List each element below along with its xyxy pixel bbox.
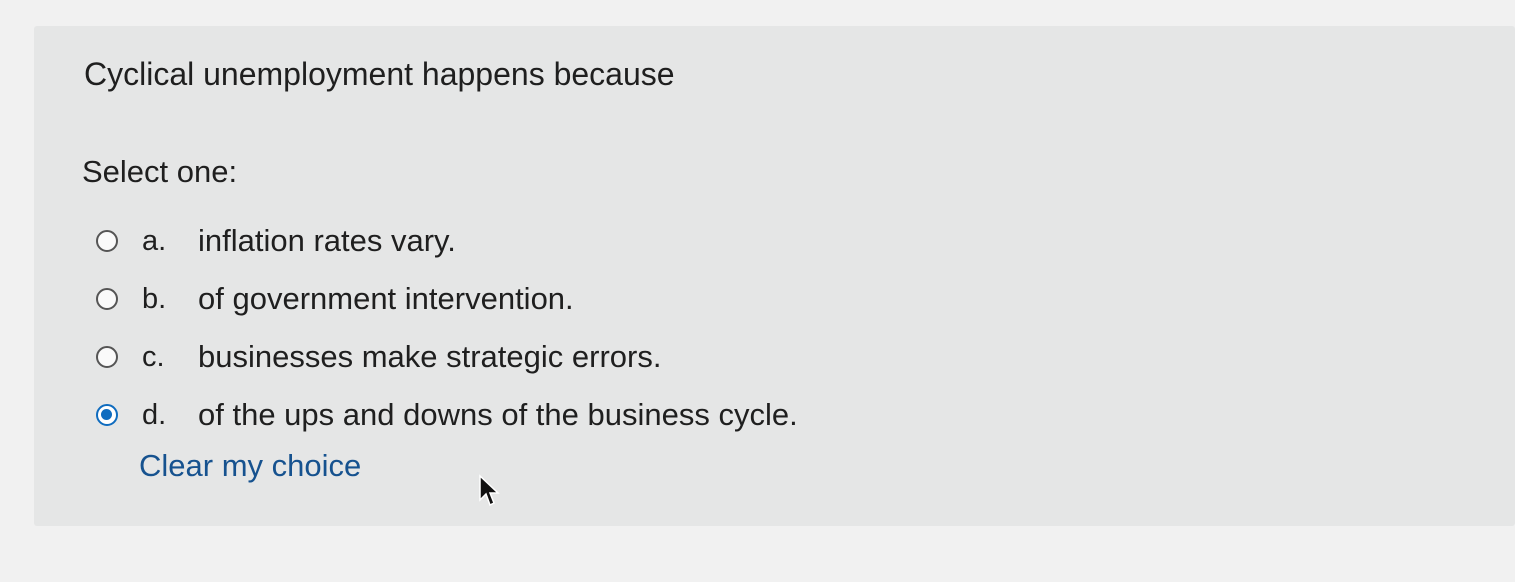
radio-button-c[interactable] <box>96 346 118 368</box>
option-text-c[interactable]: businesses make strategic errors. <box>198 339 661 375</box>
option-letter-d: d. <box>142 398 167 431</box>
answer-list: a. inflation rates vary. b. of governmen… <box>96 212 798 444</box>
option-letter-a: a. <box>142 224 167 257</box>
answer-option-a[interactable]: a. inflation rates vary. <box>96 212 798 270</box>
question-card: Cyclical unemployment happens because Se… <box>34 26 1515 526</box>
option-letter-b: b. <box>142 282 167 315</box>
question-text: Cyclical unemployment happens because <box>84 56 675 92</box>
radio-button-b[interactable] <box>96 288 118 310</box>
answer-option-b[interactable]: b. of government intervention. <box>96 270 798 328</box>
option-text-d[interactable]: of the ups and downs of the business cyc… <box>198 397 798 433</box>
clear-my-choice-link[interactable]: Clear my choice <box>139 448 361 484</box>
answer-option-d[interactable]: d. of the ups and downs of the business … <box>96 386 798 444</box>
option-text-a[interactable]: inflation rates vary. <box>198 223 456 259</box>
radio-button-a[interactable] <box>96 230 118 252</box>
select-one-prompt: Select one: <box>82 154 238 189</box>
arrow-cursor-icon <box>479 474 500 507</box>
option-letter-c: c. <box>142 340 165 373</box>
radio-button-d-selected[interactable] <box>96 404 118 426</box>
answer-option-c[interactable]: c. businesses make strategic errors. <box>96 328 798 386</box>
option-text-b[interactable]: of government intervention. <box>198 281 574 317</box>
